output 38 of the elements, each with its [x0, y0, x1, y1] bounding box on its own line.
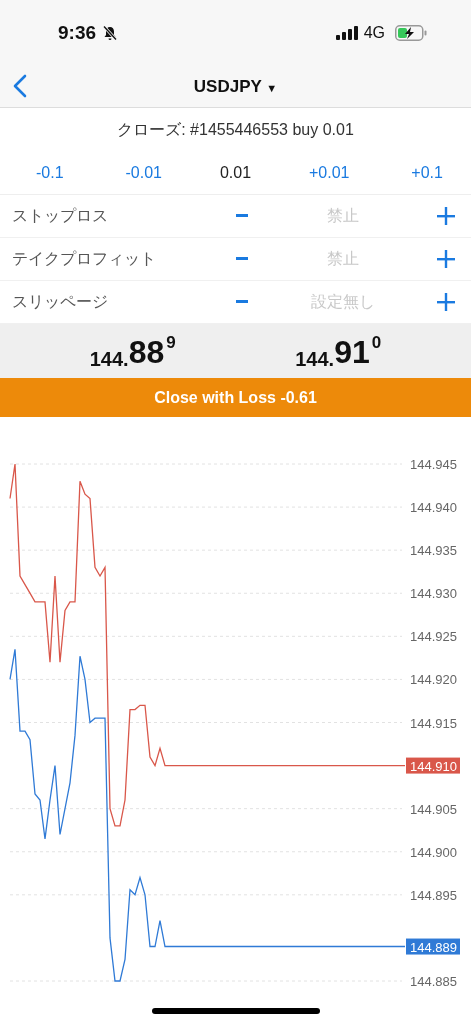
setting-label: テイクプロフィット	[12, 248, 157, 269]
axis-label: 144.915	[410, 715, 457, 731]
setting-label: ストップロス	[12, 205, 109, 226]
price-quote[interactable]: 144.88$^{9}$	[89, 331, 176, 371]
axis-label: 144.935	[410, 543, 457, 559]
bell-muted-icon	[102, 25, 119, 41]
plus-icon[interactable]	[437, 250, 455, 268]
back-icon[interactable]	[13, 74, 27, 98]
battery-charging-icon	[395, 25, 427, 41]
order-title: クローズ: #1455446553 buy 0.01	[116, 119, 355, 140]
close-position-button[interactable]: Close with Loss -0.61	[0, 378, 471, 417]
minus-icon[interactable]	[236, 257, 248, 261]
price-quote[interactable]: 144.91$^{0}$	[295, 331, 382, 371]
axis-label: 144.920	[410, 672, 457, 688]
axis-label: 144.925	[410, 629, 457, 645]
axis-label: 144.885	[410, 974, 457, 989]
volume-value: 0.01	[219, 164, 252, 182]
axis-label: 144.930	[410, 586, 457, 602]
volume-step-button[interactable]: +0.01	[304, 160, 354, 186]
plus-icon[interactable]	[437, 293, 455, 311]
minus-icon[interactable]	[236, 300, 248, 304]
signal-icon	[335, 26, 358, 40]
network-label: 4G	[363, 24, 385, 42]
price-tag: 144.910	[406, 757, 460, 774]
volume-step-button[interactable]: +0.1	[407, 160, 447, 186]
volume-step-button[interactable]: -0.1	[32, 160, 68, 186]
plus-icon[interactable]	[437, 207, 455, 225]
axis-label: 144.895	[410, 887, 457, 903]
axis-label: 144.900	[410, 844, 457, 860]
minus-icon[interactable]	[236, 214, 248, 218]
status-time: 9:36	[58, 22, 97, 44]
price-tag: 144.889	[406, 938, 460, 955]
volume-step-button[interactable]: -0.01	[121, 160, 166, 186]
axis-label: 144.945	[410, 457, 457, 472]
setting-label: スリッページ	[12, 291, 109, 312]
symbol-selector[interactable]: USDJPY ▼	[189, 74, 282, 99]
axis-label: 144.905	[410, 801, 457, 817]
axis-label: 144.940	[410, 500, 457, 516]
